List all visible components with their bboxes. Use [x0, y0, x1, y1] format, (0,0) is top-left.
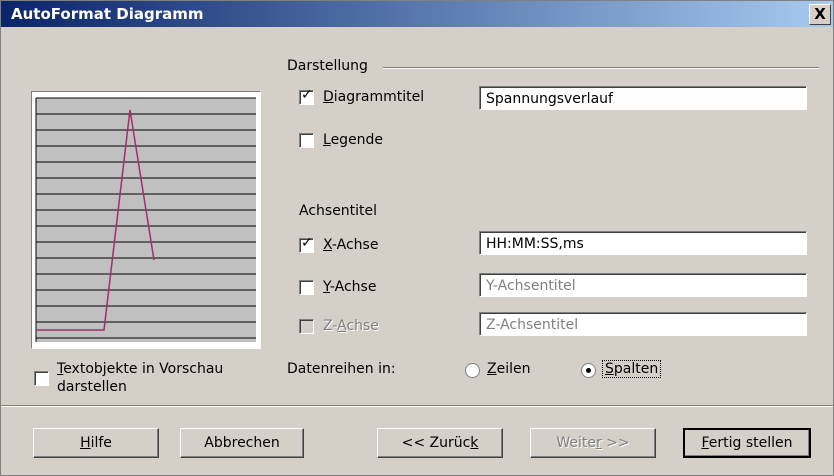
zeilen-label: Zeilen: [487, 361, 530, 377]
x-achse-label-rest: -Achse: [331, 237, 379, 253]
z-achse-checkbox: [299, 319, 314, 334]
autoformat-dialog: AutoFormat Diagramm X Textobjekte in Vor…: [0, 0, 834, 476]
spalten-radio[interactable]: [581, 363, 596, 378]
next-button-prefix: Weite: [556, 435, 596, 451]
help-button[interactable]: Hilfe: [33, 428, 159, 458]
window-title: AutoFormat Diagramm: [11, 5, 204, 23]
x-achse-label: X-Achse: [323, 237, 378, 253]
access-key-d: D: [323, 89, 334, 105]
y-achse-checkbox[interactable]: [299, 280, 314, 295]
next-button-suffix: >>: [601, 435, 630, 451]
preview-textobjects-label-line1: Textobjekte in Vorschau: [57, 361, 223, 377]
legende-label: Legende: [323, 132, 383, 148]
z-achse-label-rest: chse: [346, 318, 379, 334]
title-bar[interactable]: AutoFormat Diagramm X: [1, 1, 833, 27]
zeilen-radio[interactable]: [465, 363, 480, 378]
finish-button-rest: ertig stellen: [708, 435, 793, 451]
check-mark-icon: ✓: [301, 235, 313, 251]
finish-button[interactable]: Fertig stellen: [683, 428, 811, 458]
darstellung-group-label: Darstellung: [287, 58, 368, 74]
preview-textobjects-label-line2: darstellen: [57, 379, 127, 395]
x-achse-input[interactable]: HH:MM:SS,ms: [479, 231, 807, 255]
access-key-x: X: [323, 237, 332, 253]
z-achse-input: Z-Achsentitel: [479, 312, 807, 336]
z-achse-label: Z-Achse: [323, 318, 379, 334]
next-button: Weiter >>: [530, 428, 656, 458]
help-button-rest: ilfe: [90, 435, 112, 451]
access-key-s: S: [605, 361, 614, 377]
radio-selected-dot-icon: [586, 368, 591, 373]
access-key-z: Z: [487, 361, 497, 377]
spalten-label-rest: palten: [613, 361, 659, 377]
y-achse-input[interactable]: Y-Achsentitel: [479, 273, 807, 297]
access-key-y: Y: [323, 279, 330, 295]
z-achse-label-prefix: Z-: [323, 318, 338, 334]
access-key-f: F: [701, 435, 709, 451]
legende-checkbox[interactable]: [299, 133, 314, 148]
access-key-l: L: [323, 132, 331, 148]
achsentitel-group-label: Achsentitel: [299, 203, 378, 219]
y-achse-label-rest: -Achse: [329, 279, 377, 295]
diagrammtitel-checkbox[interactable]: ✓: [299, 87, 314, 105]
close-button[interactable]: X: [809, 4, 831, 25]
darstellung-separator: [383, 67, 819, 69]
check-mark-icon: ✓: [301, 87, 313, 103]
diagrammtitel-label-rest: iagrammtitel: [333, 89, 425, 105]
cancel-button[interactable]: Abbrechen: [180, 428, 304, 458]
diagrammtitel-input[interactable]: Spannungsverlauf: [479, 86, 807, 110]
button-separator: [1, 405, 833, 407]
preview-textobjects-label-rest: extobjekte in Vorschau: [63, 361, 224, 377]
spalten-label: Spalten: [602, 360, 662, 378]
legende-label-rest: egende: [330, 132, 384, 148]
datenreihen-label: Datenreihen in:: [287, 361, 396, 377]
access-key-h: H: [80, 435, 91, 451]
back-button[interactable]: << Zurück: [377, 428, 503, 458]
zeilen-label-rest: eilen: [496, 361, 531, 377]
access-key-k: k: [470, 435, 479, 451]
preview-chart-graphic: [35, 97, 256, 342]
back-button-prefix: << Zurüc: [401, 435, 471, 451]
preview-textobjects-checkbox[interactable]: [34, 371, 49, 386]
x-achse-checkbox[interactable]: ✓: [299, 235, 314, 253]
chart-preview: [31, 91, 261, 349]
preview-plot-area: [36, 98, 256, 342]
y-achse-label: Y-Achse: [323, 279, 376, 295]
diagrammtitel-label: Diagrammtitel: [323, 89, 424, 105]
